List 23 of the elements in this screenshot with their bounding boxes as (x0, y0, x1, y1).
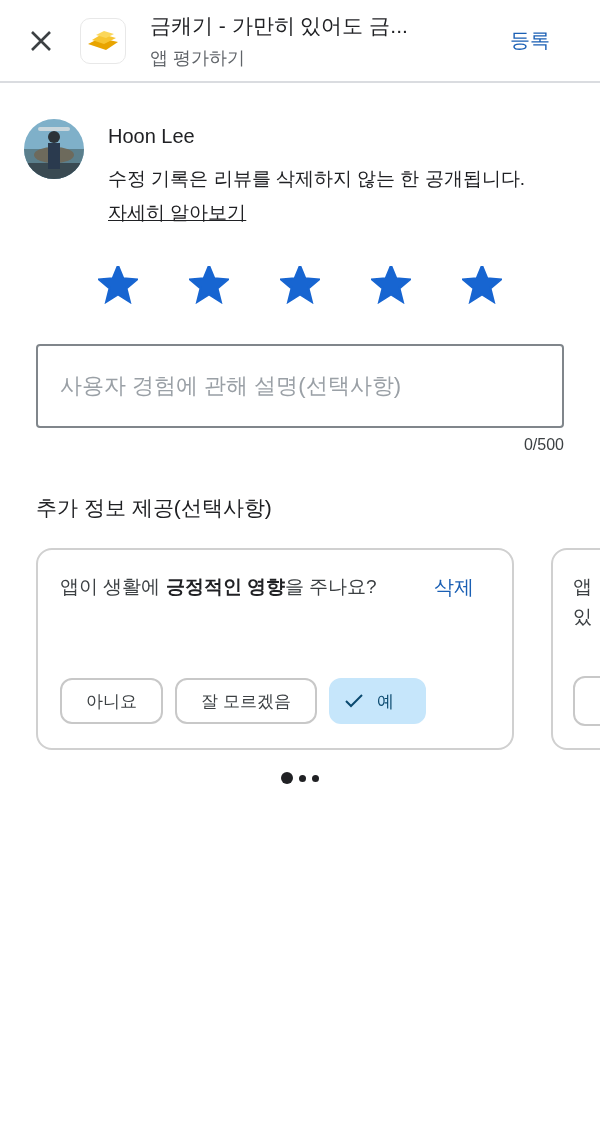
notice-text: 수정 기록은 리뷰를 삭제하지 않는 한 공개됩니다. (108, 167, 525, 191)
section-title: 추가 정보 제공(선택사항) (36, 495, 273, 521)
app-icon (80, 17, 126, 64)
star-icon[interactable] (280, 266, 320, 304)
answer-chip[interactable]: 예 (328, 678, 426, 724)
app-title: 금캐기 - 가만히 있어도 금... (150, 12, 409, 39)
star-icon[interactable] (371, 266, 411, 304)
star-icon[interactable] (98, 266, 138, 304)
char-counter: 0/500 (522, 436, 564, 454)
user-name: Hoon Lee (108, 125, 196, 148)
page-subtitle: 앱 평가하기 (150, 46, 246, 70)
delete-button[interactable]: 삭제 (434, 574, 490, 601)
answer-chip[interactable]: 아니요 (60, 678, 163, 724)
close-icon (29, 28, 53, 53)
description-field[interactable]: 사용자 경험에 관해 설명(선택사항) (36, 344, 564, 428)
answer-chip[interactable]: 잘 모르겠음 (175, 678, 317, 724)
question-text: 앱 있 (573, 575, 593, 629)
learn-more-link[interactable]: 자세히 알아보기 (108, 200, 247, 226)
star-icon[interactable] (189, 266, 229, 304)
check-icon (344, 694, 363, 708)
question-text: 앱이 생활에 긍정적인 영향을 주나요? (60, 575, 377, 599)
star-icon[interactable] (462, 266, 502, 304)
submit-button[interactable]: 등록 (510, 27, 550, 54)
